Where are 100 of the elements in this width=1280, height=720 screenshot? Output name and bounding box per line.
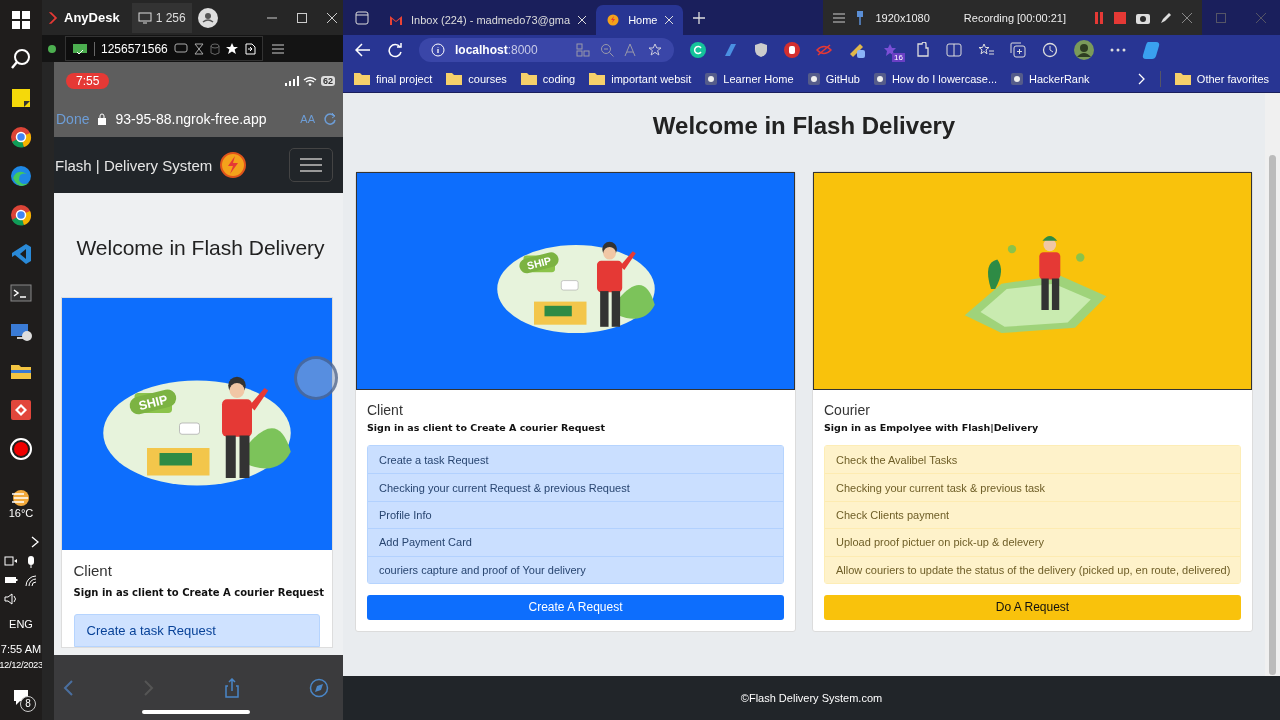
resolution-text: 1920x1080 xyxy=(875,11,930,24)
pencil-icon[interactable] xyxy=(1160,11,1172,24)
camera-icon[interactable] xyxy=(1136,11,1150,24)
bookmark-link[interactable]: final project xyxy=(354,72,433,85)
round-browser-icon[interactable] xyxy=(9,125,33,149)
menu-icon xyxy=(300,157,322,173)
bookmark-link[interactable]: important websit xyxy=(589,72,692,85)
list-item[interactable]: couriers capture and proof of Your delivery xyxy=(368,555,783,583)
bookmark-link[interactable]: HackerRank xyxy=(1011,72,1090,85)
camera-icon[interactable] xyxy=(4,555,18,567)
account-icon[interactable] xyxy=(197,7,218,28)
remote-address-field[interactable]: 1256571566 xyxy=(65,36,263,61)
site-icon xyxy=(705,72,718,85)
list-item[interactable]: Create a task Request xyxy=(368,446,783,474)
favorite-icon[interactable] xyxy=(648,43,662,57)
round-browser-icon[interactable] xyxy=(9,203,33,227)
stop-icon[interactable] xyxy=(1114,11,1126,24)
compass-icon[interactable] xyxy=(309,677,329,698)
clock-time[interactable]: 7:55 AM xyxy=(0,642,42,657)
round-browser-icon[interactable] xyxy=(9,164,33,188)
collections-icon[interactable] xyxy=(1010,42,1026,58)
site-icon xyxy=(807,72,820,85)
sticky-note-icon[interactable] xyxy=(9,86,33,110)
pause-icon[interactable] xyxy=(1094,11,1104,24)
stop-hand-icon[interactable] xyxy=(784,42,800,58)
bookmark-link[interactable]: courses xyxy=(446,72,507,85)
request-button[interactable]: Create A Request xyxy=(367,594,784,620)
shield-icon[interactable] xyxy=(754,42,768,58)
screen-share-icon[interactable] xyxy=(173,42,188,55)
battery-icon[interactable] xyxy=(4,575,18,585)
bookmark-link[interactable]: Other favorites xyxy=(1174,72,1269,85)
bookmark-link[interactable]: coding xyxy=(520,72,576,85)
list-item[interactable]: Checking your current task & previous task xyxy=(825,473,1240,501)
record-icon[interactable] xyxy=(9,437,33,461)
chevron-icon[interactable] xyxy=(30,535,40,549)
new-tab-icon[interactable] xyxy=(693,11,706,24)
assistant-icon[interactable] xyxy=(1142,40,1162,60)
card-title: Courier xyxy=(824,401,871,419)
info-icon xyxy=(431,43,445,57)
hidden-eye-icon[interactable] xyxy=(816,44,832,56)
url-text[interactable]: 93-95-88.ngrok-free.app xyxy=(115,110,267,127)
start-icon[interactable] xyxy=(9,8,33,32)
avatar-icon[interactable] xyxy=(1074,40,1094,60)
more-icon[interactable] xyxy=(1110,48,1126,52)
list-item[interactable]: Add Payment Card xyxy=(368,528,783,556)
list-item[interactable]: Checking your current Request & previous Request xyxy=(368,473,783,501)
address-bar[interactable]: localhost:8000 xyxy=(419,38,674,62)
list-item[interactable]: Create a task Request xyxy=(73,614,320,647)
session-tab[interactable]: 1 256 xyxy=(131,2,192,33)
list-item[interactable]: Allow couriers to update the status of the delivery (picked up, en route, delivered) xyxy=(825,555,1240,583)
split-screen-icon[interactable] xyxy=(946,43,962,57)
flash-logo-icon xyxy=(606,14,621,26)
wifi-icon xyxy=(303,76,317,86)
folder-icon xyxy=(354,72,370,85)
scrollbar-thumb[interactable] xyxy=(1269,155,1276,675)
phone-clock: 7:55 xyxy=(66,73,110,89)
menu-icon[interactable] xyxy=(833,12,846,23)
battery-level: 62 xyxy=(321,76,335,86)
menu-toggle-button[interactable] xyxy=(289,148,333,182)
file-transfer-icon[interactable] xyxy=(243,42,256,55)
share-icon[interactable] xyxy=(224,677,240,698)
language-indicator[interactable]: ENG xyxy=(9,617,33,632)
extension-icon[interactable] xyxy=(848,42,866,58)
code-editor-icon[interactable] xyxy=(9,242,33,266)
favorites-icon[interactable] xyxy=(978,43,994,57)
hourglass-icon[interactable] xyxy=(193,42,204,55)
app-title: AnyDesk xyxy=(64,10,120,25)
request-button[interactable]: Do A Request xyxy=(824,594,1241,620)
page-heading: Welcome in Flash Delivery xyxy=(75,236,325,260)
remote-app-icon[interactable] xyxy=(9,398,33,422)
bookmark-link[interactable]: Learner Home xyxy=(705,72,794,85)
list-item[interactable]: Check the Avalibel Tasks xyxy=(825,446,1240,474)
database-icon[interactable] xyxy=(209,42,220,55)
bookmark-link[interactable]: GitHub xyxy=(807,72,860,85)
bookmark-link[interactable]: How do I lowercase... xyxy=(873,72,998,85)
wifi-icon[interactable] xyxy=(24,575,38,587)
menu-icon[interactable] xyxy=(271,42,284,55)
temperature-text: 16°C xyxy=(8,506,34,521)
browser-tab[interactable]: Inbox (224) - madmedo73@gma xyxy=(379,5,597,35)
list-item[interactable]: Check Clients payment xyxy=(825,500,1240,529)
mail-icon xyxy=(389,14,403,26)
folder-icon xyxy=(589,72,606,85)
chevron-icon[interactable] xyxy=(1137,72,1146,85)
search-icon[interactable] xyxy=(9,47,33,71)
extension-icon[interactable] xyxy=(690,42,706,58)
terminal-icon[interactable] xyxy=(9,281,33,305)
speaker-icon[interactable] xyxy=(4,593,18,605)
read-aloud-icon[interactable] xyxy=(624,43,638,57)
card-title: Client xyxy=(73,562,113,579)
tab-actions-icon[interactable] xyxy=(355,10,369,25)
list-item[interactable]: Profile Info xyxy=(368,500,783,529)
star-icon[interactable] xyxy=(225,42,238,55)
history-icon[interactable] xyxy=(1042,42,1058,58)
site-brand[interactable]: Flash | Delivery System xyxy=(55,156,213,174)
list-item[interactable]: Upload proof pictuer on pick-up & delevery xyxy=(825,528,1240,556)
browser-tab[interactable]: Home xyxy=(596,5,684,35)
clock-date[interactable]: 12/12/2023 xyxy=(0,657,43,672)
zoom-icon[interactable] xyxy=(600,43,614,57)
pin-icon[interactable] xyxy=(855,10,866,25)
illustration-text: SHIP xyxy=(136,392,169,414)
